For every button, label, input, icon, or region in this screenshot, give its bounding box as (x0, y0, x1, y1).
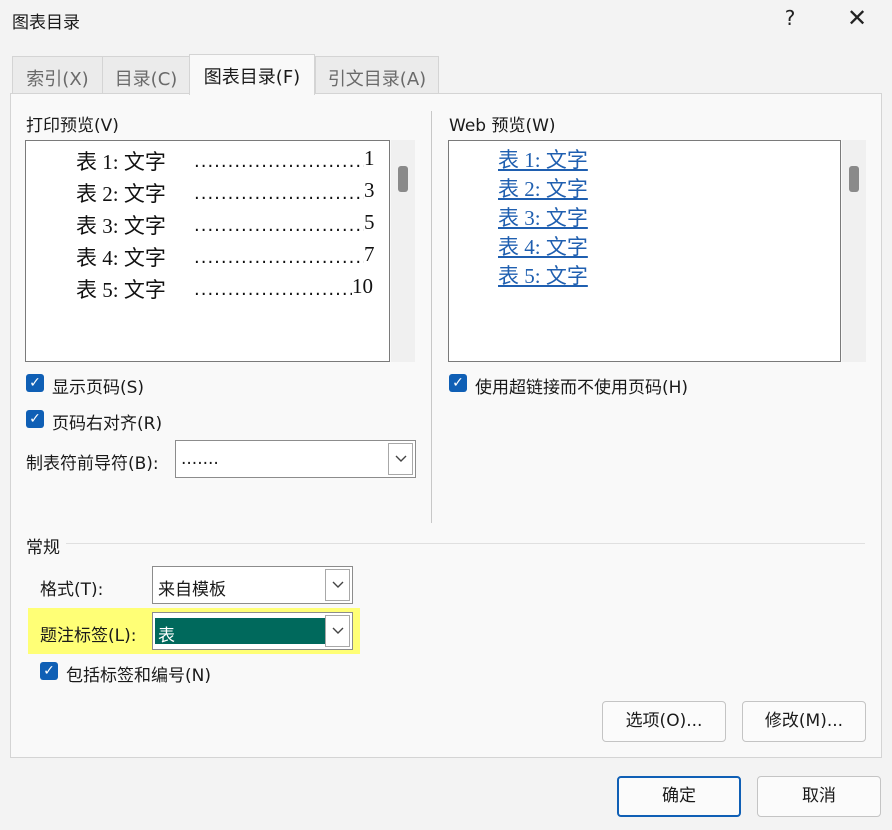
section-divider (431, 111, 432, 523)
chevron-down-icon (332, 627, 344, 634)
caption-label-dropdown-button[interactable] (325, 615, 350, 647)
general-divider (66, 543, 865, 544)
checkmark-icon: ✓ (43, 663, 55, 679)
show-page-numbers-label: 显示页码(S) (52, 378, 145, 398)
chevron-down-icon (332, 581, 344, 588)
tab-table-of-authorities[interactable]: 引文目录(A) (315, 56, 439, 94)
tab-index-label: 索引(X) (26, 69, 89, 90)
caption-label-label: 题注标签(L): (40, 626, 137, 646)
tab-table-of-authorities-label: 引文目录(A) (327, 69, 427, 90)
help-button[interactable]: ? (780, 6, 800, 30)
web-preview-link[interactable]: 表 1: 文字 (498, 144, 588, 174)
print-preview-label: 打印预览(V) (26, 116, 119, 136)
close-button[interactable]: ✕ (845, 4, 869, 32)
tab-leader-dropdown[interactable]: ....... (175, 440, 416, 478)
cancel-button[interactable]: 取消 (757, 776, 881, 817)
modify-button[interactable]: 修改(M)... (742, 701, 866, 742)
options-button[interactable]: 选项(O)... (602, 701, 726, 742)
caption-label-selection (155, 618, 325, 644)
format-label: 格式(T): (40, 580, 104, 600)
format-value: 来自模板 (158, 580, 226, 600)
use-hyperlinks-checkbox[interactable]: ✓ (449, 374, 467, 392)
tab-toc[interactable]: 目录(C) (102, 56, 190, 94)
tab-leader-value: ....... (181, 449, 219, 469)
format-dropdown[interactable]: 来自模板 (152, 566, 353, 604)
web-preview-box: 表 1: 文字 表 2: 文字 表 3: 文字 表 4: 文字 表 5: 文字 (448, 140, 841, 362)
print-preview-box: 表 1: 文字 ................................… (25, 140, 390, 362)
general-heading: 常规 (26, 538, 60, 558)
close-icon: ✕ (846, 4, 868, 32)
tab-leader-label: 制表符前导符(B): (26, 454, 159, 474)
tab-leader-dropdown-button[interactable] (388, 443, 413, 475)
web-preview-scroll-thumb[interactable] (849, 166, 859, 192)
tab-table-of-figures-label: 图表目录(F) (203, 67, 301, 88)
web-preview-label: Web 预览(W) (449, 116, 556, 136)
web-preview-link[interactable]: 表 4: 文字 (498, 231, 588, 261)
print-preview-scrollbar[interactable] (391, 140, 415, 362)
web-preview-scrollbar[interactable] (842, 140, 866, 362)
tab-table-of-figures[interactable]: 图表目录(F) (189, 54, 315, 95)
web-preview-link[interactable]: 表 3: 文字 (498, 202, 588, 232)
caption-label-value: 表 (158, 626, 175, 646)
tab-index[interactable]: 索引(X) (12, 56, 103, 94)
dialog-title: 图表目录 (12, 13, 80, 33)
checkmark-icon: ✓ (29, 411, 41, 427)
include-label-label: 包括标签和编号(N) (66, 666, 211, 686)
use-hyperlinks-label: 使用超链接而不使用页码(H) (475, 378, 689, 398)
format-dropdown-button[interactable] (325, 569, 350, 601)
web-preview-link[interactable]: 表 2: 文字 (498, 173, 588, 203)
caption-label-dropdown[interactable]: 表 (152, 612, 353, 650)
web-preview-link[interactable]: 表 5: 文字 (498, 260, 588, 290)
show-page-numbers-checkbox[interactable]: ✓ (26, 374, 44, 392)
title-bar (0, 0, 892, 42)
include-label-checkbox[interactable]: ✓ (40, 662, 58, 680)
tab-toc-label: 目录(C) (114, 69, 178, 90)
right-align-label: 页码右对齐(R) (52, 414, 163, 434)
right-align-checkbox[interactable]: ✓ (26, 410, 44, 428)
print-preview-scroll-thumb[interactable] (398, 166, 408, 192)
ok-button[interactable]: 确定 (617, 776, 741, 817)
checkmark-icon: ✓ (452, 375, 464, 391)
checkmark-icon: ✓ (29, 375, 41, 391)
chevron-down-icon (395, 455, 407, 462)
